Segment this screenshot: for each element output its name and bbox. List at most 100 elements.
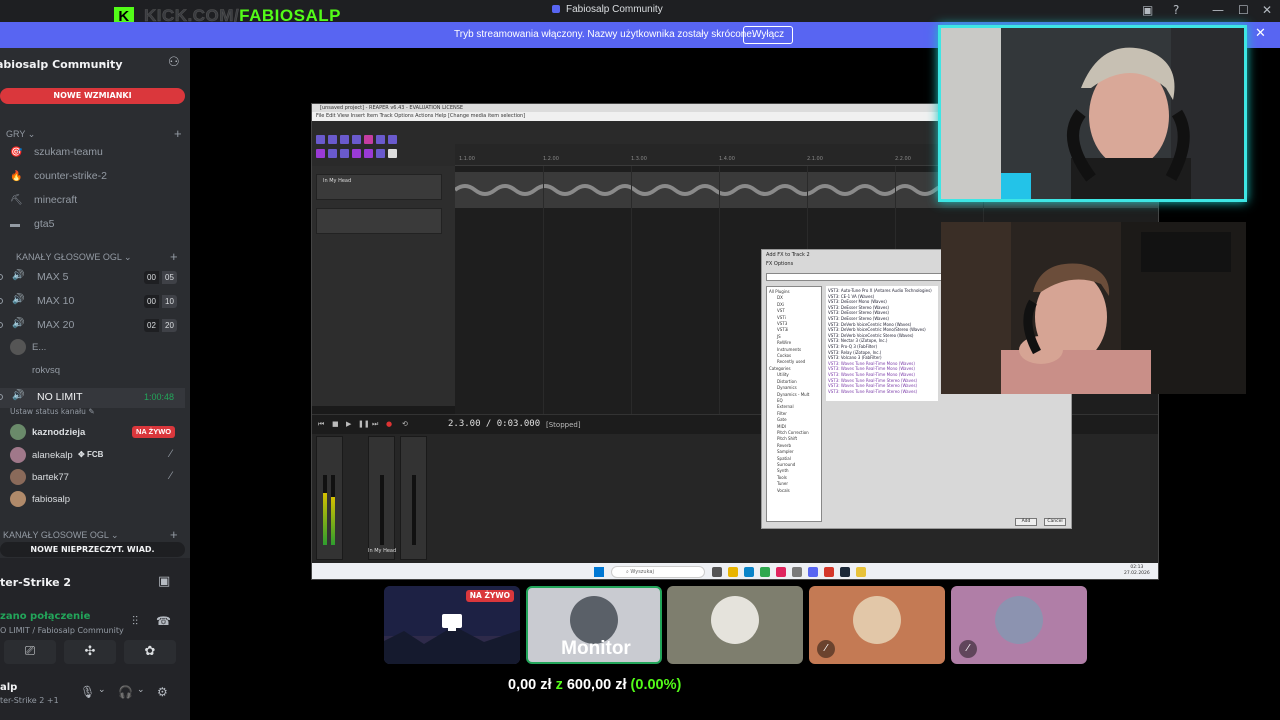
edge-icon[interactable] xyxy=(744,567,754,577)
fx-category-tree[interactable]: All Plugins DX DXi VST VSTi VST3 VST3i JS ReWire… xyxy=(766,286,822,522)
voice-member[interactable]: fabiosalp xyxy=(10,490,185,510)
fx-plugin-item[interactable]: VST3: Waves Tune Real-Time Stereo (Waves… xyxy=(828,389,936,395)
fx-dialog-title: Add FX to Track 2 xyxy=(766,252,810,258)
voice-channel-no-limit[interactable]: 🔊 NO LIMIT 1:00:48 xyxy=(0,388,185,408)
discord-logo-icon xyxy=(552,5,560,14)
current-user-name[interactable]: alp xyxy=(0,682,17,693)
fx-plugin-item[interactable]: VST3: Auto-Tune Pro X (Antares Audio Tec… xyxy=(828,288,936,294)
chevron-down-icon[interactable]: ⌄ xyxy=(137,685,145,695)
maximize-button[interactable]: ☐ xyxy=(1238,3,1249,17)
app-icon[interactable] xyxy=(760,567,770,577)
channel-emoji-icon: 🎯 xyxy=(10,147,23,158)
add-channel-icon[interactable]: + xyxy=(170,527,178,542)
activities-button[interactable]: ✣ xyxy=(64,640,116,664)
inbox-icon[interactable]: ▣ xyxy=(1142,3,1153,17)
headphones-icon[interactable]: 🎧 xyxy=(118,685,133,699)
discord-taskbar-icon[interactable] xyxy=(808,567,818,577)
screen-share-button[interactable]: ⎚ xyxy=(4,640,56,664)
avatar xyxy=(570,596,618,644)
speaker-icon: 🔊 xyxy=(12,390,25,401)
invite-people-icon[interactable]: ⚇ xyxy=(168,55,180,70)
new-mentions-pill[interactable]: NOWE WZMIANKI xyxy=(0,88,185,104)
clan-tag: ✥ FCB xyxy=(78,450,104,459)
webcam-guest xyxy=(941,222,1246,394)
channel-emoji-icon: ⛏ xyxy=(10,195,23,206)
category-games[interactable]: GRY ⌄ + xyxy=(6,126,190,141)
screen-share-icon[interactable]: ▣ xyxy=(158,574,170,589)
noise-suppression-icon[interactable]: ⫶⫶ xyxy=(132,614,138,629)
banner-close-icon[interactable]: ✕ xyxy=(1255,26,1266,41)
taskbar-search[interactable]: ⌕ Wyszukaj xyxy=(611,566,705,578)
category-voice-2[interactable]: KANAŁY GŁOSOWE OGL ⌄ + xyxy=(3,527,190,542)
new-unread-pill[interactable]: NOWE NIEPRZECZYT. WIAD. xyxy=(0,542,185,557)
fx-plugin-item[interactable]: VST3: DeVerb VoiceCentric Mono/Stereo (W… xyxy=(828,327,936,333)
microphone-icon[interactable]: 🎙 xyxy=(80,685,95,699)
add-channel-icon[interactable]: + xyxy=(170,249,178,264)
channel-counter-strike-2[interactable]: 🔥 counter-strike-2 xyxy=(10,170,185,190)
channel-minecraft[interactable]: ⛏ minecraft xyxy=(10,194,185,214)
close-window-button[interactable]: ✕ xyxy=(1262,3,1272,17)
fx-tree-item[interactable]: Vocals xyxy=(777,488,819,494)
add-channel-icon[interactable]: + xyxy=(174,126,182,141)
voice-channel-max10[interactable]: 🔊 MAX 10 00 10 xyxy=(0,292,185,312)
stop-icon[interactable]: ■ xyxy=(332,420,339,428)
taskview-icon[interactable] xyxy=(712,567,722,577)
voice-member[interactable]: kaznodzieja NA ŻYWO xyxy=(10,423,185,443)
play-icon[interactable]: ▶ xyxy=(346,420,351,428)
category-voice-1[interactable]: KANAŁY GŁOSOWE OGL ⌄ + xyxy=(16,249,190,264)
webcam-streamer xyxy=(938,25,1247,202)
voice-channel-max5[interactable]: 🔊 MAX 5 00 05 xyxy=(0,268,185,288)
mixer-strip[interactable] xyxy=(368,436,395,560)
server-header[interactable]: abiosalp Community ⌄ ⚇ xyxy=(0,54,190,78)
mixer-strip[interactable] xyxy=(400,436,427,560)
fx-plugin-list[interactable]: VST3: Auto-Tune Pro X (Antares Audio Tec… xyxy=(826,286,938,401)
voice-connected-channel[interactable]: O LIMIT / Fabiosalp Community xyxy=(0,626,124,635)
voice-member[interactable]: bartek77 ⁄ xyxy=(10,468,185,488)
channel-gta5[interactable]: ▬ gta5 xyxy=(10,218,185,238)
voice-user[interactable]: E... xyxy=(10,338,185,358)
toolbar-icon xyxy=(352,135,361,144)
donation-goal: 0,00 zł z 600,00 zł (0.00%) xyxy=(508,677,682,693)
forward-icon[interactable]: ⏭ xyxy=(372,420,378,429)
avatar xyxy=(10,339,26,355)
participant-tile[interactable]: ⁄ xyxy=(951,586,1087,664)
participant-tile-stream[interactable]: NA ŻYWO xyxy=(384,586,520,664)
voice-member[interactable]: alanekalp ✥ FCB ⁄ xyxy=(10,446,185,466)
soundboard-button[interactable]: ✿ xyxy=(124,640,176,664)
app-icon[interactable] xyxy=(824,567,834,577)
chevron-down-icon[interactable]: ⌄ xyxy=(98,685,106,695)
participant-tile-monitor[interactable]: Monitor xyxy=(526,586,662,664)
pause-icon[interactable]: ❚❚ xyxy=(358,420,370,428)
app-icon[interactable] xyxy=(792,567,802,577)
voice-channel-max20[interactable]: 🔊 MAX 20 02 20 xyxy=(0,316,185,336)
fx-dialog-menu: FX Options xyxy=(766,261,794,267)
rewind-icon[interactable]: ⏮ xyxy=(318,420,324,429)
channel-emoji-icon: ▬ xyxy=(10,219,20,230)
loop-icon[interactable]: ⟲ xyxy=(402,420,408,428)
fx-cancel-button[interactable]: Cancel xyxy=(1044,518,1066,526)
minimize-button[interactable]: — xyxy=(1212,3,1224,17)
deafened-icon: ⁄ xyxy=(170,470,172,482)
voice-user[interactable]: rokvsq xyxy=(10,361,185,381)
participant-tile[interactable]: ⁄ xyxy=(809,586,945,664)
master-strip[interactable] xyxy=(316,436,343,560)
fx-add-button[interactable]: Add xyxy=(1015,518,1037,526)
disconnect-icon[interactable]: ☎ xyxy=(156,614,171,628)
explorer-icon[interactable] xyxy=(728,567,738,577)
participant-tile[interactable] xyxy=(667,586,803,664)
app-icon[interactable] xyxy=(776,567,786,577)
settings-gear-icon[interactable]: ⚙ xyxy=(157,685,168,699)
channel-sidebar: abiosalp Community ⌄ ⚇ NOWE WZMIANKI GRY… xyxy=(0,48,190,720)
track-2[interactable] xyxy=(316,208,442,234)
set-channel-status[interactable]: Ustaw status kanału ✎ xyxy=(10,407,95,416)
steam-icon[interactable] xyxy=(840,567,850,577)
record-icon[interactable]: ● xyxy=(386,420,392,428)
help-icon[interactable]: ? xyxy=(1173,3,1179,17)
webcam-streamer-image xyxy=(941,28,1244,199)
chrome-icon[interactable] xyxy=(856,567,866,577)
toolbar-icon xyxy=(376,149,385,158)
track-1[interactable]: In My Head xyxy=(316,174,442,200)
channel-szukam-teamu[interactable]: 🎯 szukam-teamu xyxy=(10,146,185,166)
disable-streamer-mode-button[interactable]: Wyłącz xyxy=(743,26,794,44)
windows-start-icon[interactable] xyxy=(594,567,604,577)
